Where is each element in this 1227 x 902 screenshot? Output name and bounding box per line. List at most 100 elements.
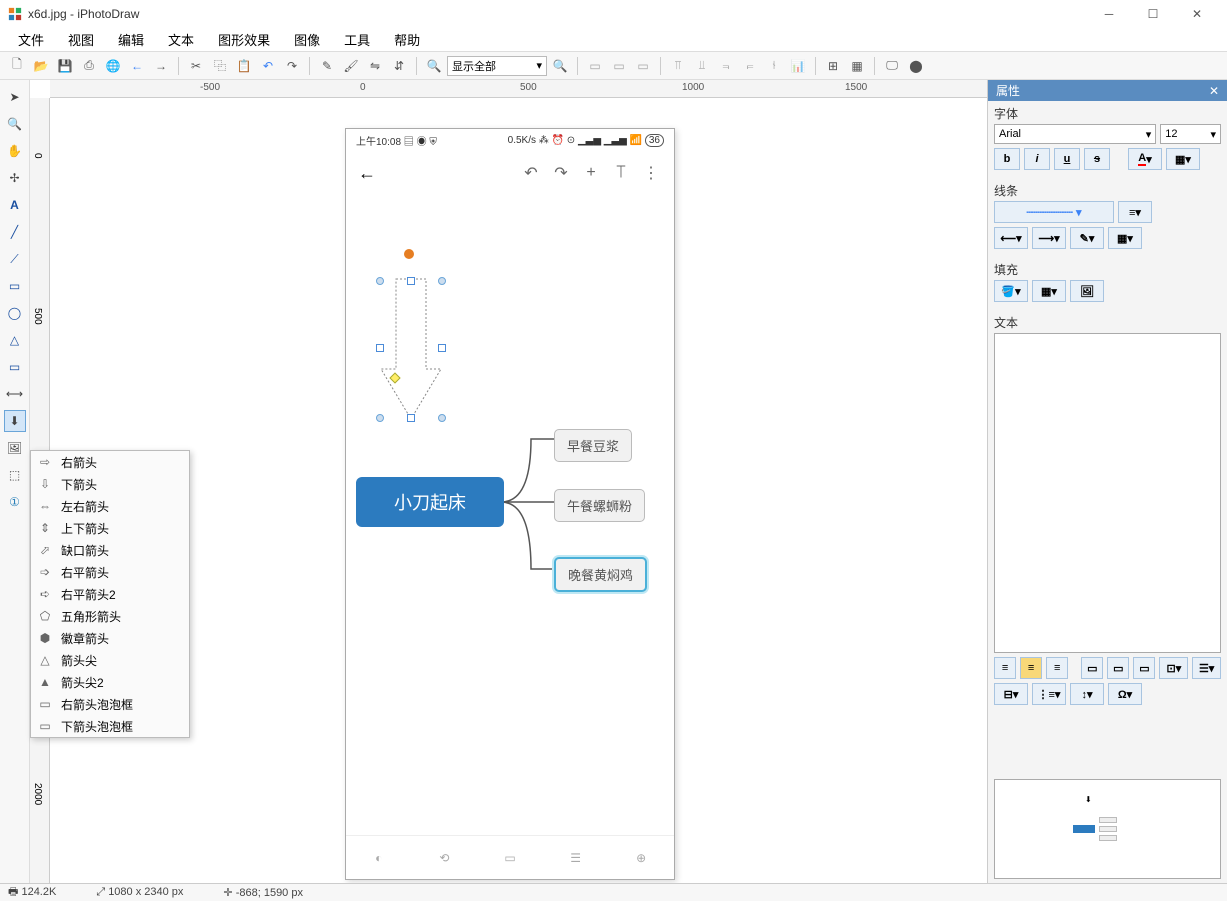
phone-bottom-icon[interactable]: ◐: [367, 846, 391, 870]
phone-bottom-icon[interactable]: ☰: [564, 846, 588, 870]
align-left-button[interactable]: ≡: [994, 657, 1016, 679]
triangle-tool[interactable]: △: [4, 329, 26, 351]
copy-icon[interactable]: ⿻: [209, 55, 231, 77]
zoom-tool[interactable]: 🔍: [4, 113, 26, 135]
arrow-option[interactable]: ⇨右箭头: [31, 451, 189, 473]
phone-format-icon[interactable]: ⟙: [610, 164, 632, 182]
arrow-option[interactable]: ⇩下箭头: [31, 473, 189, 495]
menu-file[interactable]: 文件: [8, 27, 54, 52]
line-tool[interactable]: ╱: [4, 221, 26, 243]
rect-tool[interactable]: ▭: [4, 275, 26, 297]
mindmap-child-1[interactable]: 早餐豆浆: [554, 429, 632, 462]
list-select[interactable]: ☰▾: [1192, 657, 1221, 679]
arrow-option[interactable]: ▭下箭头泡泡框: [31, 715, 189, 737]
undo-icon[interactable]: ↶: [257, 55, 279, 77]
arrow-option[interactable]: ⬠五角形箭头: [31, 605, 189, 627]
valign-top-button[interactable]: ▭: [1081, 657, 1103, 679]
arrow-option[interactable]: ➩右平箭头: [31, 561, 189, 583]
minimize-button[interactable]: ─: [1087, 0, 1131, 28]
monitor-icon[interactable]: 🖵: [881, 55, 903, 77]
pointer-tool[interactable]: ➤: [4, 86, 26, 108]
phone-bottom-icon[interactable]: ⟲: [432, 846, 456, 870]
arrow-tool[interactable]: ⬇: [4, 410, 26, 432]
align-center-button[interactable]: ≡: [1020, 657, 1042, 679]
menu-effects[interactable]: 图形效果: [208, 27, 280, 52]
thumbnail-preview[interactable]: ⬇: [994, 779, 1221, 879]
indent-select[interactable]: ⊟▾: [994, 683, 1028, 705]
fill-pattern-select[interactable]: ▦▾: [1032, 280, 1066, 302]
back-icon[interactable]: ←: [126, 55, 148, 77]
flip-v-icon[interactable]: ⇵: [388, 55, 410, 77]
phone-add-icon[interactable]: +: [580, 164, 602, 182]
align-3-icon[interactable]: ▭: [632, 55, 654, 77]
underline-button[interactable]: u: [1054, 148, 1080, 170]
open-icon[interactable]: 📂: [30, 55, 52, 77]
fill-image-select[interactable]: 🖼: [1070, 280, 1104, 302]
phone-bottom-icon[interactable]: ⊕: [629, 846, 653, 870]
zoom-refresh-icon[interactable]: 🔍: [549, 55, 571, 77]
arrow-option[interactable]: △箭头尖: [31, 649, 189, 671]
arrow-option[interactable]: ⬀缺口箭头: [31, 539, 189, 561]
redo-icon[interactable]: ↷: [281, 55, 303, 77]
line-width-select[interactable]: ≡▾: [1118, 201, 1152, 223]
crop-tool[interactable]: ⬚: [4, 464, 26, 486]
image-tool[interactable]: 🖼: [4, 437, 26, 459]
arrow-start-select[interactable]: ⟵▾: [994, 227, 1028, 249]
dimension-tool[interactable]: ⟷: [4, 383, 26, 405]
globe-icon[interactable]: 🌐: [102, 55, 124, 77]
menu-help[interactable]: 帮助: [384, 27, 430, 52]
search-icon[interactable]: 🔍: [423, 55, 445, 77]
menu-view[interactable]: 视图: [58, 27, 104, 52]
font-size-select[interactable]: 12▾: [1160, 124, 1221, 144]
mindmap-root[interactable]: 小刀起床: [356, 477, 504, 527]
marker-tool[interactable]: ①: [4, 491, 26, 513]
selected-arrow-shape[interactable]: [376, 249, 446, 429]
align-left-icon[interactable]: ⫪: [667, 55, 689, 77]
menu-image[interactable]: 图像: [284, 27, 330, 52]
valign-bot-button[interactable]: ▭: [1133, 657, 1155, 679]
line-style-select[interactable]: ┄┄┄┄┄┄┄ ▾: [994, 201, 1114, 223]
close-button[interactable]: ✕: [1175, 0, 1219, 28]
menu-tools[interactable]: 工具: [334, 27, 380, 52]
paste-icon[interactable]: 📋: [233, 55, 255, 77]
forward-icon[interactable]: →: [150, 55, 172, 77]
omega-select[interactable]: Ω▾: [1108, 683, 1142, 705]
italic-button[interactable]: i: [1024, 148, 1050, 170]
arrow-option[interactable]: ▭右箭头泡泡框: [31, 693, 189, 715]
panel-close-icon[interactable]: ✕: [1209, 84, 1219, 98]
arrow-end-select[interactable]: ⟶▾: [1032, 227, 1066, 249]
arrow-option[interactable]: ▲箭头尖2: [31, 671, 189, 693]
valign-mid-button[interactable]: ▭: [1107, 657, 1129, 679]
strike-button[interactable]: s: [1084, 148, 1110, 170]
new-icon[interactable]: 🗋: [6, 55, 28, 77]
wrap-select[interactable]: ⊡▾: [1159, 657, 1188, 679]
line-pattern-select[interactable]: ▦▾: [1108, 227, 1142, 249]
chart-icon[interactable]: 📊: [787, 55, 809, 77]
text-input[interactable]: [994, 333, 1221, 653]
layout-icon[interactable]: ▦: [846, 55, 868, 77]
bold-button[interactable]: b: [994, 148, 1020, 170]
canvas[interactable]: 上午10:08 ▤ ◉ ⛨ 0.5K/s ⁂ ⏰ ⊙ ▁▃▅ ▁▃▅ 📶 36 …: [50, 98, 987, 883]
flip-h-icon[interactable]: ⇋: [364, 55, 386, 77]
mindmap-child-3[interactable]: 晚餐黄焖鸡: [554, 557, 647, 592]
brush-icon[interactable]: 🖌: [340, 55, 362, 77]
edit-icon[interactable]: ✎: [316, 55, 338, 77]
record-icon[interactable]: ⬤: [905, 55, 927, 77]
eyedrop-tool[interactable]: ✢: [4, 167, 26, 189]
phone-undo-icon[interactable]: ↶: [520, 163, 542, 183]
font-bg-button[interactable]: ▦▾: [1166, 148, 1200, 170]
arrow-option[interactable]: ⬢徽章箭头: [31, 627, 189, 649]
dist-h-icon[interactable]: ⫭: [739, 55, 761, 77]
phone-redo-icon[interactable]: ↷: [550, 163, 572, 183]
align-2-icon[interactable]: ▭: [608, 55, 630, 77]
phone-more-icon[interactable]: ⋮: [640, 163, 662, 183]
ellipse-tool[interactable]: ◯: [4, 302, 26, 324]
font-color-button[interactable]: A▾: [1128, 148, 1162, 170]
hand-tool[interactable]: ✋: [4, 140, 26, 162]
callout-tool[interactable]: ▭: [4, 356, 26, 378]
grid-icon[interactable]: ⊞: [822, 55, 844, 77]
arrow-option[interactable]: ⇕上下箭头: [31, 517, 189, 539]
zoom-select[interactable]: 显示全部▾: [447, 56, 547, 76]
dist-v-icon[interactable]: ⫮: [763, 55, 785, 77]
menu-text[interactable]: 文本: [158, 27, 204, 52]
